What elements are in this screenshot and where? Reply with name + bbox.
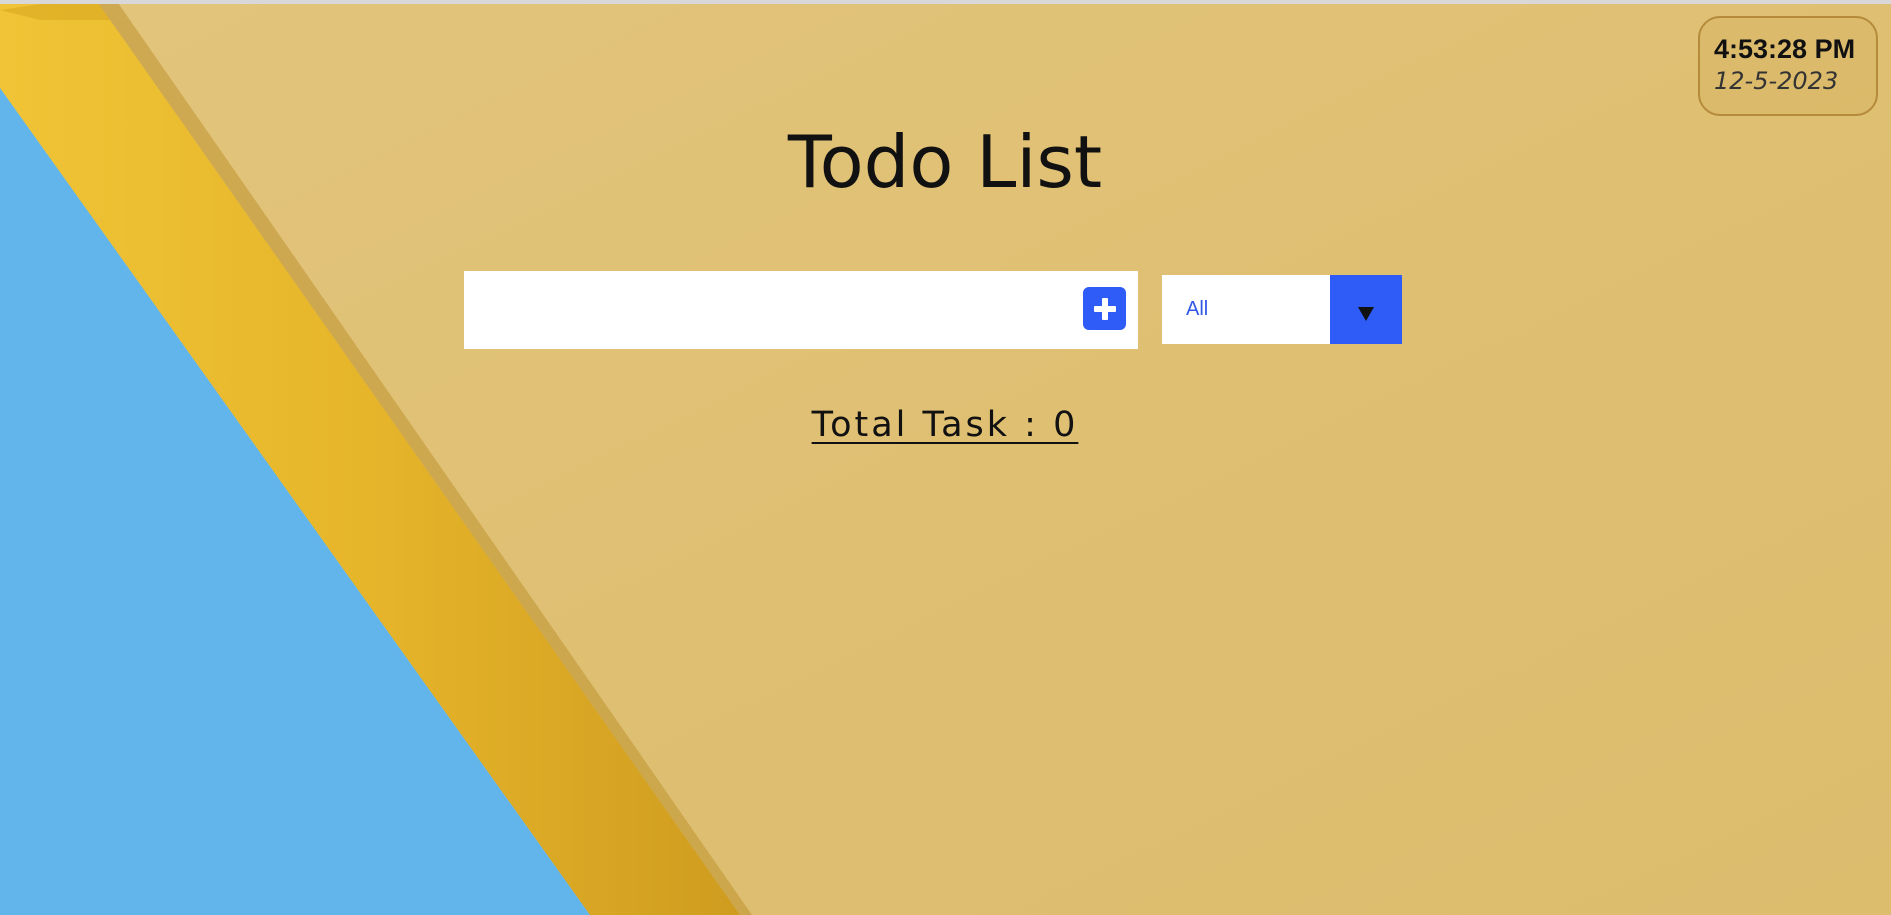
- filter-selected-value: All: [1186, 298, 1209, 320]
- clock-widget: 4:53:28 PM 12-5-2023: [1698, 16, 1878, 116]
- total-task-label: Total Task : 0: [811, 405, 1079, 445]
- add-task-form: [464, 271, 1138, 349]
- page-title: Todo List: [787, 120, 1103, 204]
- filter-select[interactable]: All: [1162, 275, 1402, 344]
- triangle-down-icon: [1358, 306, 1374, 321]
- browser-top-border: [0, 0, 1891, 4]
- plus-icon: [1093, 297, 1116, 320]
- total-task-count: Total Task : 0: [780, 408, 1110, 443]
- filter-dropdown-button[interactable]: [1330, 275, 1402, 344]
- task-input[interactable]: [464, 271, 1064, 349]
- clock-time: 4:53:28 PM: [1714, 34, 1856, 64]
- clock-date: 12-5-2023: [1714, 67, 1839, 95]
- add-task-button[interactable]: [1083, 287, 1126, 330]
